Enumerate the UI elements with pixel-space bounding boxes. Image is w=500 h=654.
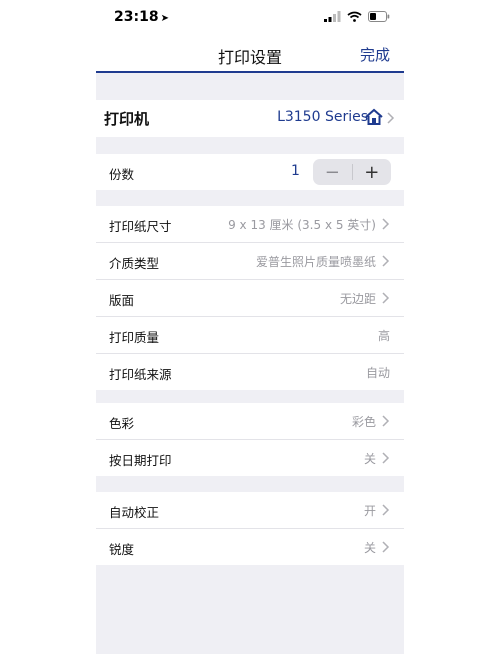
row-label: 打印纸尺寸 <box>109 219 172 234</box>
phone-screen: 23:18 ➤ 打印设置 完成 打印机 L3150 Series 份数 1 − … <box>96 0 404 654</box>
signal-icon <box>324 11 341 22</box>
chevron-right-icon <box>382 504 390 516</box>
row-value: 开 <box>363 504 376 518</box>
battery-icon <box>368 11 390 22</box>
chevron-right-icon <box>382 452 390 464</box>
status-time: 23:18 ➤ <box>114 9 169 25</box>
row-value: 9 x 13 厘米 (3.5 x 5 英寸) <box>228 218 376 232</box>
chevron-right-icon <box>387 112 395 124</box>
settings-row-print-quality: 打印质量 高 <box>96 317 404 354</box>
row-value: 关 <box>363 541 376 555</box>
copies-section: 份数 1 − + <box>96 154 404 190</box>
settings-row-paper-size[interactable]: 打印纸尺寸 9 x 13 厘米 (3.5 x 5 英寸) <box>96 206 404 243</box>
copies-label: 份数 <box>109 167 135 182</box>
nav-bar: 打印设置 完成 <box>96 36 404 73</box>
status-icons <box>324 11 390 22</box>
row-value: 关 <box>363 452 376 466</box>
row-value: 彩色 <box>351 415 376 429</box>
row-value: 无边距 <box>339 292 376 306</box>
chevron-right-icon <box>382 292 390 304</box>
row-label: 按日期打印 <box>109 453 172 468</box>
decrement-button[interactable]: − <box>313 159 352 185</box>
row-label: 打印质量 <box>109 330 160 345</box>
wifi-icon <box>347 11 362 22</box>
printer-value: L3150 Series <box>277 109 368 125</box>
settings-row-media-type[interactable]: 介质类型 爱普生照片质量喷墨纸 <box>96 243 404 280</box>
printer-row[interactable]: 打印机 L3150 Series <box>96 100 404 137</box>
settings-row-sharpness[interactable]: 锐度 关 <box>96 529 404 565</box>
row-label: 锐度 <box>109 542 135 557</box>
copies-value: 1 <box>291 163 300 179</box>
row-value: 爱普生照片质量喷墨纸 <box>255 255 376 269</box>
status-bar: 23:18 ➤ <box>96 0 404 36</box>
settings-row-date-print[interactable]: 按日期打印 关 <box>96 440 404 476</box>
row-label: 色彩 <box>109 416 135 431</box>
home-icon <box>365 108 383 125</box>
settings-row-layout[interactable]: 版面 无边距 <box>96 280 404 317</box>
row-label: 版面 <box>109 293 135 308</box>
misc-settings-section: 自动校正 开 锐度 关 <box>96 492 404 565</box>
printer-section: 打印机 L3150 Series <box>96 100 404 137</box>
increment-button[interactable]: + <box>353 159 392 185</box>
row-label: 打印纸来源 <box>109 367 172 382</box>
chevron-right-icon <box>382 541 390 553</box>
done-button[interactable]: 完成 <box>360 44 390 65</box>
chevron-right-icon <box>382 415 390 427</box>
chevron-right-icon <box>382 255 390 267</box>
row-value: 高 <box>377 329 390 343</box>
paper-settings-section: 打印纸尺寸 9 x 13 厘米 (3.5 x 5 英寸) 介质类型 爱普生照片质… <box>96 206 404 390</box>
location-arrow-icon: ➤ <box>160 13 169 24</box>
settings-row-color[interactable]: 色彩 彩色 <box>96 403 404 440</box>
printer-label: 打印机 <box>104 110 150 128</box>
row-value: 自动 <box>365 366 390 380</box>
page-title: 打印设置 <box>217 48 282 67</box>
copies-stepper[interactable]: − + <box>313 159 391 185</box>
row-label: 介质类型 <box>109 256 160 271</box>
color-settings-section: 色彩 彩色 按日期打印 关 <box>96 403 404 476</box>
settings-row-paper-source: 打印纸来源 自动 <box>96 354 404 390</box>
settings-row-auto-correct[interactable]: 自动校正 开 <box>96 492 404 529</box>
copies-row: 份数 1 − + <box>96 154 404 190</box>
row-label: 自动校正 <box>109 505 160 520</box>
chevron-right-icon <box>382 218 390 230</box>
